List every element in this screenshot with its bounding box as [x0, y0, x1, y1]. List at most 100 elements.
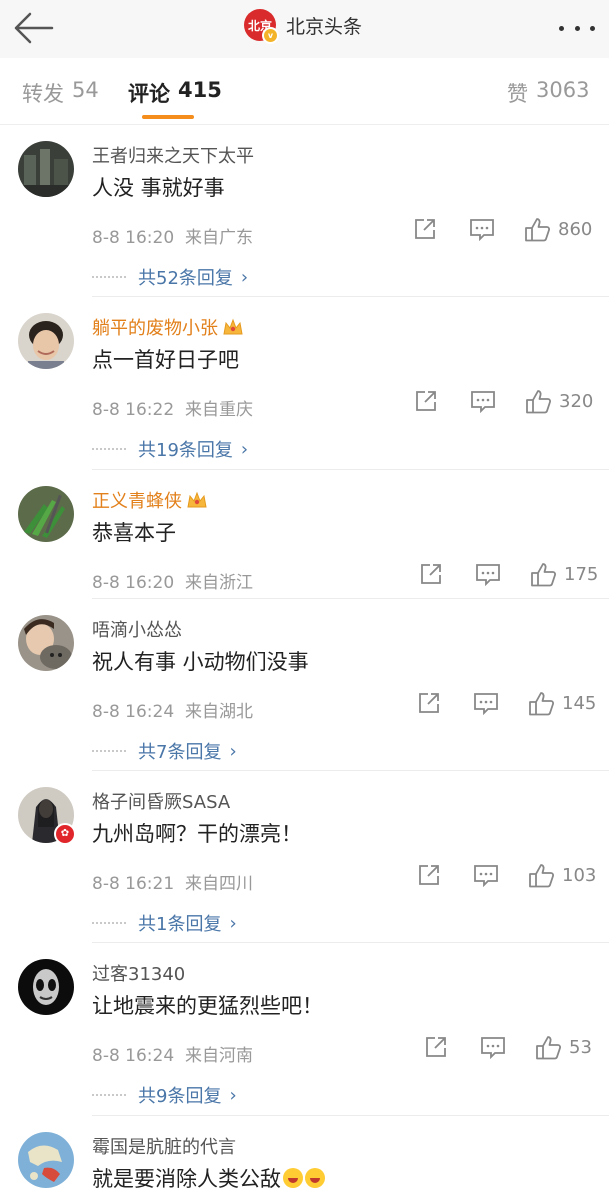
comment-icon[interactable]: [470, 389, 496, 413]
comment-icon[interactable]: [469, 217, 495, 241]
laughing-emoji-icon: [283, 1168, 303, 1188]
avatar[interactable]: [18, 486, 74, 542]
like-count: 175: [564, 564, 599, 585]
avatar[interactable]: [18, 313, 74, 369]
tab-reposts[interactable]: 转发 54: [22, 78, 99, 108]
reply-dots: [92, 276, 126, 278]
comment-icon[interactable]: [480, 1035, 506, 1059]
like-icon[interactable]: [528, 690, 555, 717]
comment-text: 人没 事就好事: [92, 176, 225, 200]
tab-likes[interactable]: 赞 3063: [507, 78, 589, 108]
tab-count: 3063: [536, 78, 590, 102]
reply-count-link[interactable]: 共52条回复: [138, 264, 233, 290]
comment-meta: 8-8 16:20 来自广东: [92, 223, 253, 248]
reply-count-link[interactable]: 共1条回复: [138, 910, 221, 936]
comment-item: 霉国是肮脏的代言 就是要消除人类公敌: [0, 1116, 609, 1200]
comment-author[interactable]: 霉国是肮脏的代言: [92, 1133, 236, 1159]
comment-location: 来自广东: [184, 228, 253, 248]
comment-meta: 8-8 16:21 来自四川: [92, 869, 253, 894]
tab-label: 赞: [507, 82, 528, 106]
chevron-right-icon: ›: [229, 912, 237, 934]
avatar[interactable]: [18, 1132, 74, 1188]
share-icon[interactable]: [424, 1035, 448, 1059]
comment-author[interactable]: 过客31340: [92, 960, 185, 986]
avatar[interactable]: [18, 141, 74, 197]
reply-dots: [92, 448, 126, 450]
comment-text: 点一首好日子吧: [92, 348, 239, 372]
comment-time: 8-8 16:21: [92, 874, 175, 894]
laughing-emoji-icon: [305, 1168, 325, 1188]
avatar[interactable]: [18, 959, 74, 1015]
chevron-right-icon: ›: [229, 1084, 237, 1106]
reply-dots: [92, 1094, 126, 1096]
reply-summary[interactable]: 共52条回复 ›: [92, 264, 248, 290]
comment-icon[interactable]: [473, 863, 499, 887]
comment-text: 就是要消除人类公敌: [92, 1163, 325, 1193]
comment-author[interactable]: 正义青蜂侠: [92, 487, 182, 513]
reply-summary[interactable]: 共7条回复 ›: [92, 738, 237, 764]
chevron-right-icon: ›: [229, 740, 237, 762]
comment-item: 唔滴小怂怂 祝人有事 小动物们没事 8-8 16:24 来自湖北 145 共7条…: [0, 599, 609, 771]
like-icon[interactable]: [528, 862, 555, 889]
like-icon[interactable]: [530, 561, 557, 588]
like-icon[interactable]: [525, 388, 552, 415]
account-header[interactable]: 北京 v 北京头条: [244, 9, 362, 44]
like-count: 860: [558, 219, 593, 240]
comment-author[interactable]: 王者归来之天下太平: [92, 142, 254, 168]
comment-location: 来自重庆: [184, 400, 253, 420]
comment-icon[interactable]: [475, 562, 501, 586]
comment-time: 8-8 16:24: [92, 702, 175, 722]
comment-item: 过客31340 让地震来的更猛烈些吧！ 8-8 16:24 来自河南 53 共9…: [0, 943, 609, 1116]
comment-location: 来自湖北: [184, 702, 253, 722]
comment-text-body: 就是要消除人类公敌: [92, 1167, 281, 1191]
reply-count-link[interactable]: 共9条回复: [138, 1082, 221, 1108]
like-count: 53: [569, 1037, 592, 1058]
comment-meta: 8-8 16:24 来自湖北: [92, 697, 253, 722]
more-dots-icon[interactable]: [559, 14, 595, 42]
tab-comments[interactable]: 评论 415: [128, 78, 222, 108]
chevron-right-icon: ›: [240, 266, 249, 288]
share-icon[interactable]: [413, 217, 437, 241]
tab-label: 评论: [128, 82, 170, 106]
share-icon[interactable]: [417, 863, 441, 887]
comment-icon[interactable]: [473, 691, 499, 715]
account-logo: 北京 v: [244, 9, 279, 44]
reply-summary[interactable]: 共9条回复 ›: [92, 1082, 237, 1108]
reply-count-link[interactable]: 共7条回复: [138, 738, 221, 764]
comment-author[interactable]: 格子间昏厥SASA: [92, 788, 230, 814]
comment-meta: 8-8 16:24 来自河南: [92, 1041, 253, 1066]
comment-item: 王者归来之天下太平 人没 事就好事 8-8 16:20 来自广东 860 共52…: [0, 125, 609, 297]
share-icon[interactable]: [414, 389, 438, 413]
reply-summary[interactable]: 共19条回复 ›: [92, 436, 248, 462]
comment-author[interactable]: 躺平的废物小张: [92, 314, 218, 340]
comment-item: 躺平的废物小张 点一首好日子吧 8-8 16:22 来自重庆 320 共19条回…: [0, 297, 609, 470]
reply-dots: [92, 922, 126, 924]
tab-count: 54: [72, 78, 99, 102]
verified-badge-icon: v: [262, 27, 279, 44]
reply-dots: [92, 750, 126, 752]
share-icon[interactable]: [417, 691, 441, 715]
comment-meta: 8-8 16:20 来自浙江: [92, 568, 253, 593]
comment-time: 8-8 16:20: [92, 573, 175, 593]
like-count: 320: [559, 391, 594, 412]
share-icon[interactable]: [419, 562, 443, 586]
reply-count-link[interactable]: 共19条回复: [138, 436, 233, 462]
tab-count: 415: [178, 78, 222, 102]
back-arrow-icon[interactable]: [12, 10, 54, 46]
comment-time: 8-8 16:20: [92, 228, 175, 248]
comment-time: 8-8 16:24: [92, 1046, 175, 1066]
top-bar: 北京 v 北京头条: [0, 0, 609, 59]
comment-author[interactable]: 唔滴小怂怂: [92, 616, 182, 642]
region-flag-icon: ✿: [54, 823, 76, 845]
avatar[interactable]: [18, 615, 74, 671]
comment-meta: 8-8 16:22 来自重庆: [92, 395, 253, 420]
like-icon[interactable]: [524, 216, 551, 243]
comment-text: 恭喜本子: [92, 521, 176, 545]
like-count: 145: [562, 693, 597, 714]
comment-item: 正义青蜂侠 恭喜本子 8-8 16:20 来自浙江 175: [0, 470, 609, 599]
reply-summary[interactable]: 共1条回复 ›: [92, 910, 237, 936]
like-count: 103: [562, 865, 597, 886]
comment-location: 来自浙江: [184, 573, 253, 593]
tab-label: 转发: [22, 82, 64, 106]
like-icon[interactable]: [535, 1034, 562, 1061]
